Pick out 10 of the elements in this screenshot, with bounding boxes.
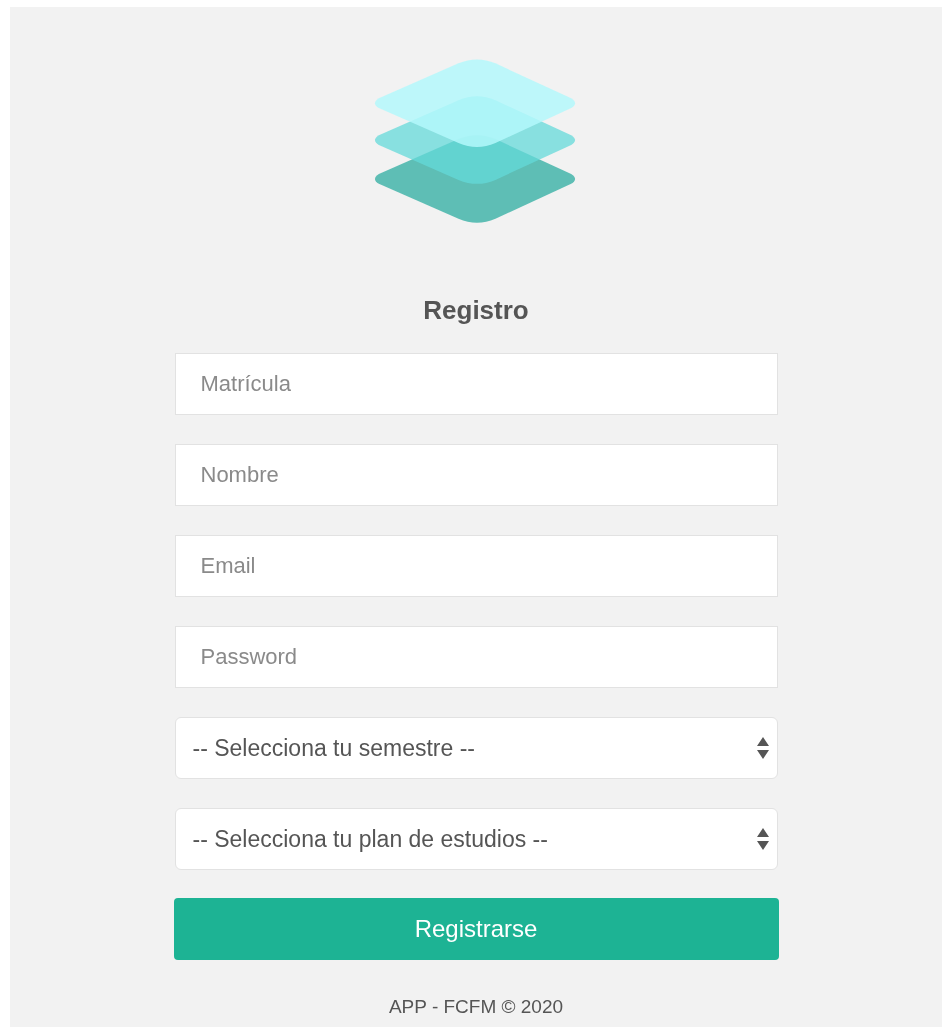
form-title: Registro: [423, 294, 529, 327]
select-dropdown[interactable]: -- Selecciona tu plan de estudios --: [174, 808, 778, 870]
text-field[interactable]: Password: [174, 626, 778, 688]
select-dropdown[interactable]: -- Selecciona tu semestre --: [174, 717, 778, 779]
text-field[interactable]: Matrícula: [174, 353, 778, 415]
footer-copyright: APP - FCFM © 2020: [388, 995, 564, 1019]
up-down-caret-icon: [756, 737, 769, 759]
text-field[interactable]: Nombre: [174, 444, 778, 506]
up-down-caret-icon: [756, 828, 769, 850]
text-field[interactable]: Email: [174, 535, 778, 597]
